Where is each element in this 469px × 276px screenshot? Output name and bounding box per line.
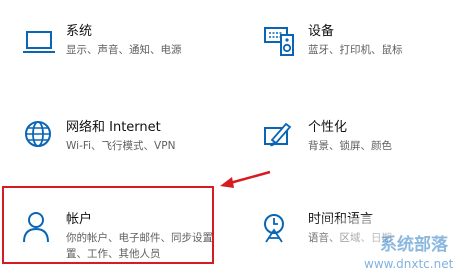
tile-description-line: 你的帐户、电子邮件、同步设置 xyxy=(66,232,213,244)
tile-description: 显示、声音、通知、电源 xyxy=(66,44,182,56)
paint-brush-icon xyxy=(262,120,302,160)
tile-devices[interactable]: 设备 蓝牙、打印机、鼠标 xyxy=(262,24,462,64)
laptop-icon xyxy=(20,24,60,64)
tile-description: 你的帐户、电子邮件、同步设置 置、工作、其他人员 xyxy=(66,230,213,262)
tile-description: Wi-Fi、飞行模式、VPN xyxy=(66,140,176,152)
tile-title: 个性化 xyxy=(308,120,348,135)
tile-description: 语音、区域、日期 xyxy=(308,232,392,244)
tile-accounts[interactable]: 帐户 你的帐户、电子邮件、同步设置 置、工作、其他人员 xyxy=(20,212,220,260)
tile-title: 时间和语言 xyxy=(308,212,374,227)
tile-description: 背景、锁屏、颜色 xyxy=(308,140,392,152)
tile-time-language[interactable]: 时间和语言 语音、区域、日期 xyxy=(262,212,462,260)
tile-description: 蓝牙、打印机、鼠标 xyxy=(308,44,403,56)
tile-system[interactable]: 系统 显示、声音、通知、电源 xyxy=(20,24,220,64)
tile-title: 网络和 Internet xyxy=(66,120,161,135)
globe-icon xyxy=(20,120,60,160)
person-icon xyxy=(20,212,60,252)
tile-title: 系统 xyxy=(66,24,93,39)
annotation-arrow-icon xyxy=(220,170,271,188)
keyboard-speaker-icon xyxy=(262,24,302,64)
tile-title: 设备 xyxy=(308,24,335,39)
time-language-icon xyxy=(262,212,302,252)
tile-title: 帐户 xyxy=(66,212,93,227)
tile-description-line: 置、工作、其他人员 xyxy=(66,248,161,260)
tile-personalization[interactable]: 个性化 背景、锁屏、颜色 xyxy=(262,120,462,160)
tile-network[interactable]: 网络和 Internet Wi-Fi、飞行模式、VPN xyxy=(20,120,220,160)
